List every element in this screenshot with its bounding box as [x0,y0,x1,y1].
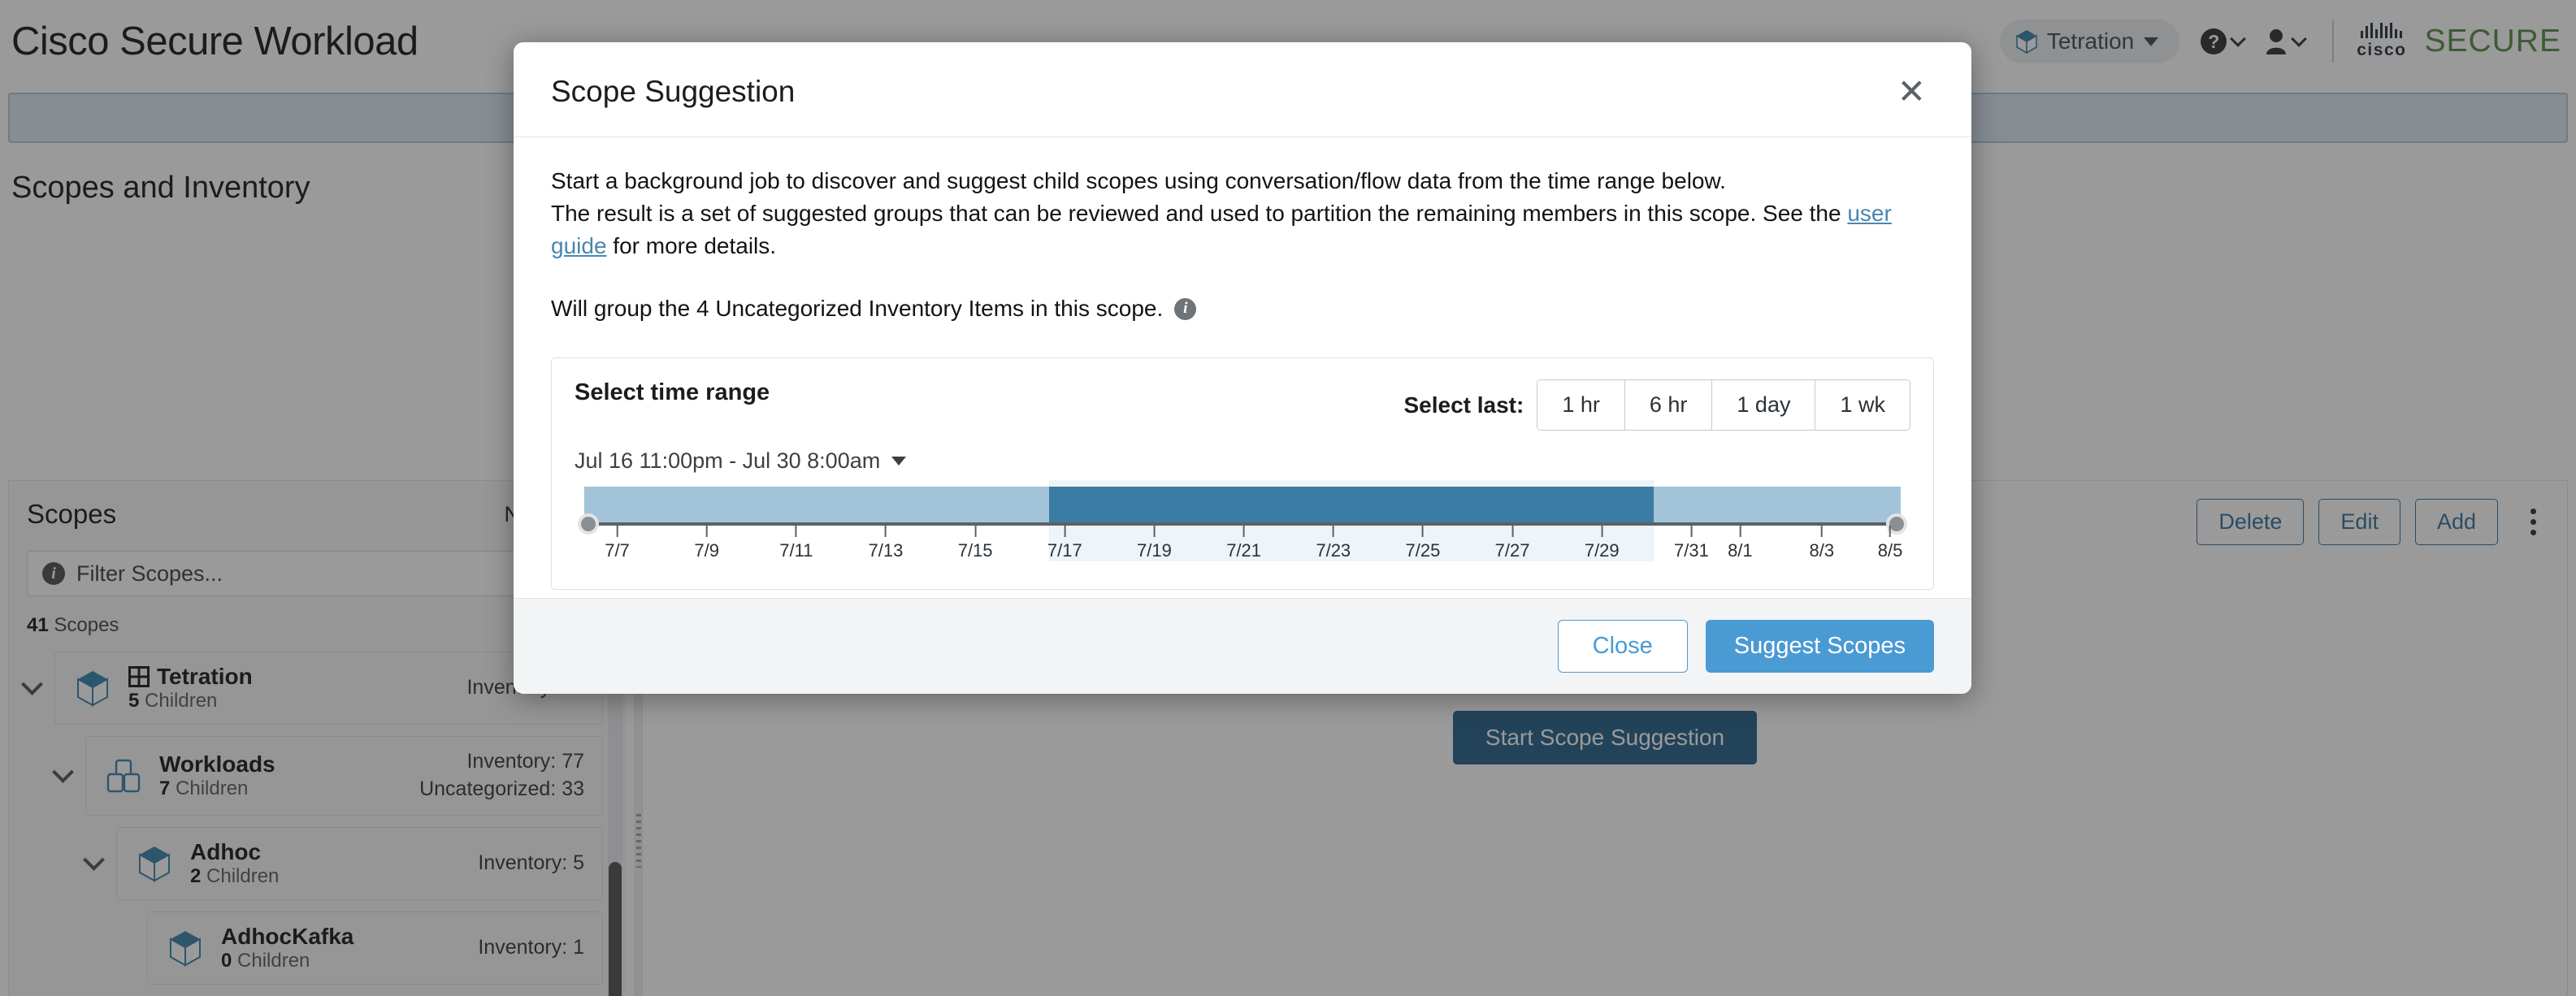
time-range-slider[interactable]: 7/7 7/9 7/11 7/13 7/15 7/17 7/19 7/21 7/23 7/25 7/… [575,480,1910,561]
modal-title: Scope Suggestion [551,75,796,108]
axis-tick-label: 7/25 [1405,540,1441,561]
select-last-group: Select last: 1 hr 6 hr 1 day 1 wk [1403,379,1910,431]
axis-tick-label: 7/9 [694,540,719,561]
time-range-value: Jul 16 11:00pm - Jul 30 8:00am [575,448,881,473]
axis-tick: 8/1 [1728,526,1753,561]
axis-tick-label: 7/21 [1226,540,1262,561]
time-range-label: Select time range [575,379,770,405]
axis-tick-label: 7/19 [1137,540,1172,561]
modal-description-line2-post: for more details. [606,232,777,258]
axis-tick-label: 8/1 [1728,540,1753,561]
close-icon[interactable]: ✕ [1889,71,1934,112]
modal-group-note: Will group the 4 Uncategorized Inventory… [551,292,1934,325]
modal-group-note-text: Will group the 4 Uncategorized Inventory… [551,296,1164,322]
modal-description-line1: Start a background job to discover and s… [551,168,1726,193]
modal-header: Scope Suggestion ✕ [514,42,1971,137]
axis-tick-label: 7/11 [779,540,813,561]
slider-selected-range[interactable] [1048,487,1654,522]
axis-tick: 7/25 [1405,526,1441,561]
axis-tick: 7/9 [694,526,719,561]
axis-tick-label: 7/7 [605,540,630,561]
time-preset-segmented-control: 1 hr 6 hr 1 day 1 wk [1537,379,1910,431]
time-range-card: Select time range Select last: 1 hr 6 hr 1… [551,357,1934,590]
time-preset-6-hr[interactable]: 6 hr [1624,380,1712,430]
time-preset-1-hr[interactable]: 1 hr [1537,380,1624,430]
axis-tick: 8/5 [1877,526,1903,561]
close-button[interactable]: Close [1557,620,1688,673]
axis-tick-label: 7/23 [1316,540,1351,561]
axis-tick-label: 7/15 [957,540,993,561]
axis-tick: 7/23 [1316,526,1351,561]
axis-tick: 7/27 [1495,526,1530,561]
axis-tick-label: 7/27 [1494,540,1530,561]
chevron-down-icon [891,457,907,466]
axis-tick-label: 8/3 [1809,540,1835,561]
scope-suggestion-modal: Scope Suggestion ✕ Start a background jo… [514,42,1971,694]
time-range-card-header: Select time range Select last: 1 hr 6 hr 1… [575,379,1910,431]
axis-tick: 8/3 [1809,526,1835,561]
axis-tick-label: 7/17 [1047,540,1082,561]
axis-tick: 7/11 [779,526,813,561]
info-icon[interactable]: i [1174,297,1197,320]
axis-tick-label: 8/5 [1877,540,1903,561]
axis-tick-label: 7/13 [868,540,904,561]
axis-tick-label: 7/31 [1673,540,1709,561]
axis-tick: 7/13 [868,526,904,561]
axis-tick: 7/21 [1226,526,1261,561]
suggest-scopes-button[interactable]: Suggest Scopes [1705,620,1934,673]
axis-tick: 7/17 [1047,526,1082,561]
axis-tick-label: 7/29 [1584,540,1620,561]
modal-description-line2-pre: The result is a set of suggested groups … [551,200,1848,226]
axis-tick: 7/19 [1137,526,1172,561]
axis-tick: 7/15 [958,526,993,561]
axis-tick: 7/7 [605,526,630,561]
modal-footer: Close Suggest Scopes [514,598,1971,694]
select-last-label: Select last: [1403,392,1524,418]
time-preset-1-day[interactable]: 1 day [1711,380,1815,430]
modal-body: Start a background job to discover and s… [514,137,1971,598]
modal-description: Start a background job to discover and s… [551,165,1934,262]
time-range-dropdown[interactable]: Jul 16 11:00pm - Jul 30 8:00am [575,448,1910,474]
axis-tick: 7/31 [1674,526,1709,561]
slider-tick-labels: 7/7 7/9 7/11 7/13 7/15 7/17 7/19 7/21 7/23 7/25 7/… [584,526,1903,561]
time-preset-1-wk[interactable]: 1 wk [1815,380,1910,430]
axis-tick: 7/29 [1585,526,1620,561]
